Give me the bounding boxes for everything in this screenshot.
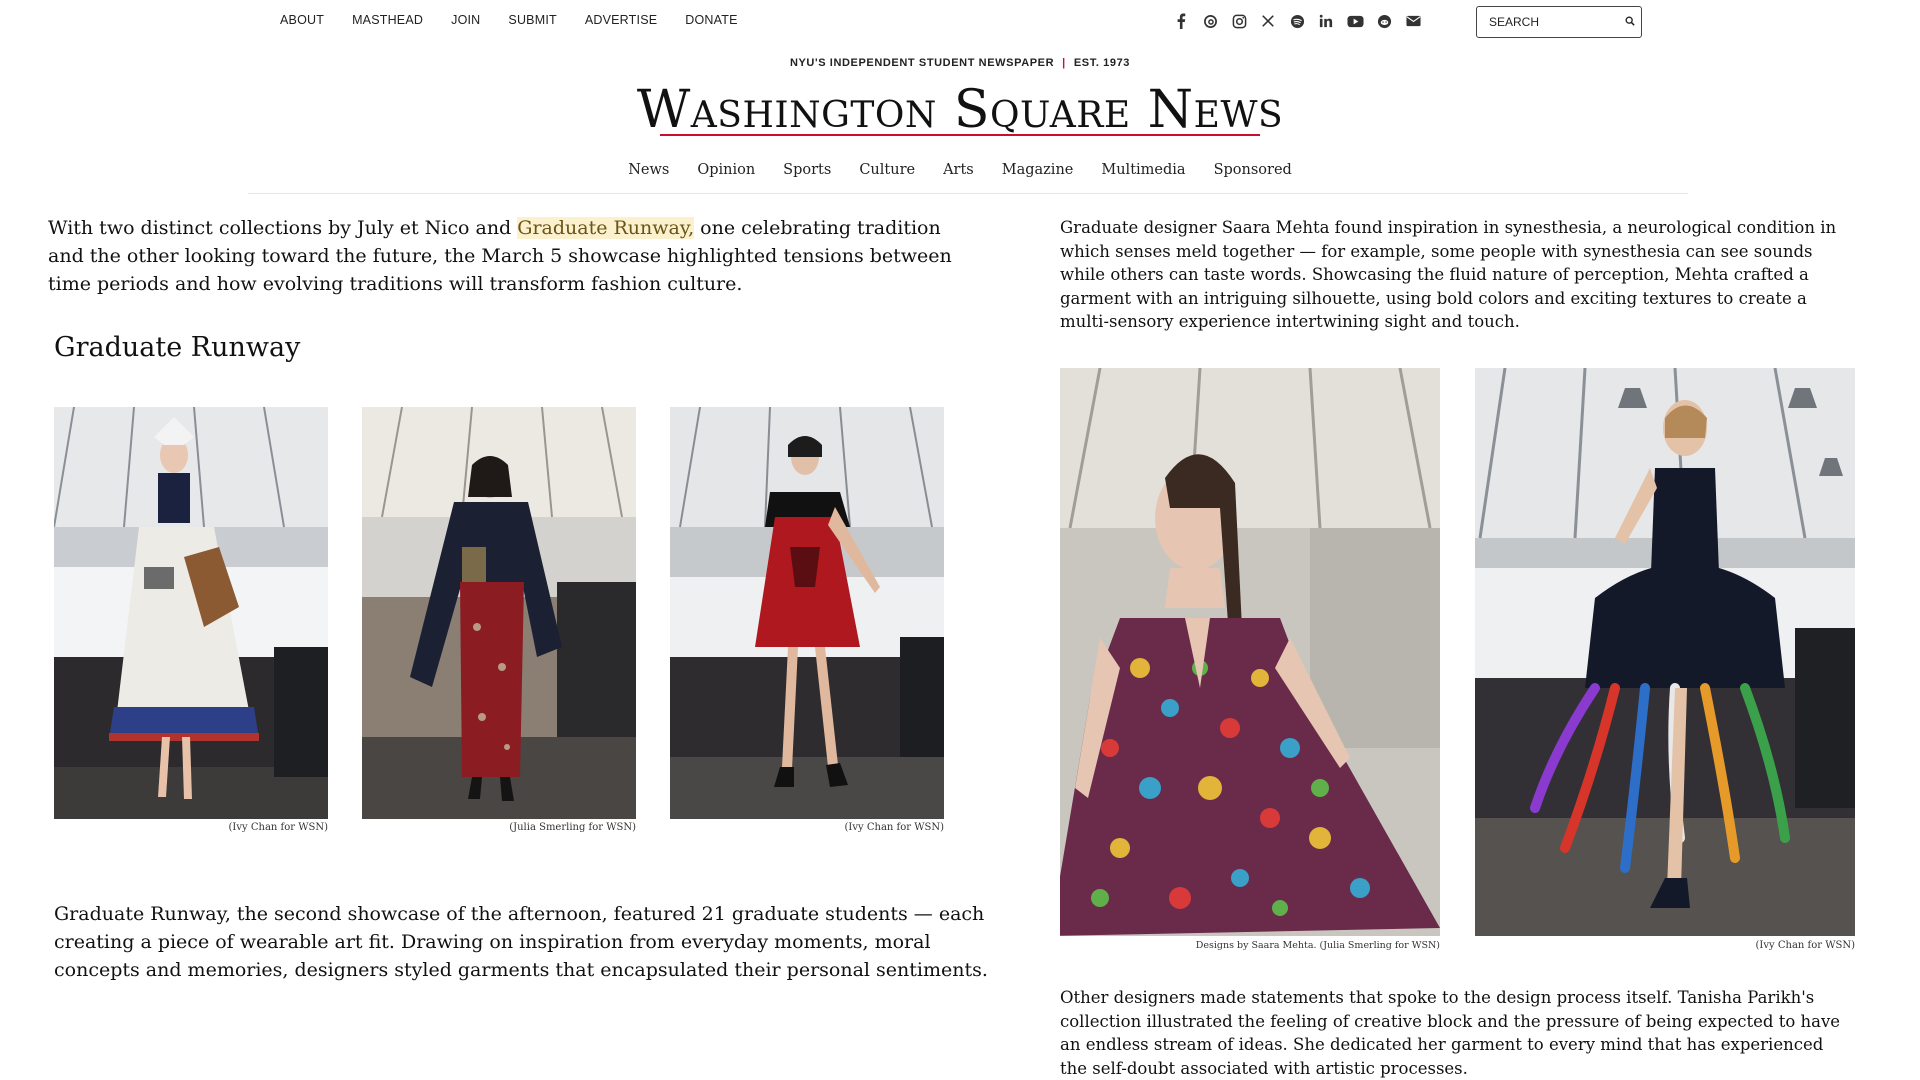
youtube-icon[interactable] (1346, 12, 1364, 30)
runway-photo-1[interactable] (54, 407, 328, 819)
nav-masthead-link[interactable]: MASTHEAD (352, 13, 423, 27)
search-box (1476, 6, 1642, 38)
lede-text-start: With two distinct collections by July et… (48, 217, 518, 239)
runway-photo-black-dress[interactable] (1475, 368, 1855, 936)
article-lede: With two distinct collections by July et… (48, 214, 968, 298)
tagline-established: EST. 1973 (1073, 57, 1131, 69)
logo-underline (660, 134, 1260, 136)
top-utility-bar: ABOUT MASTHEAD JOIN SUBMIT ADVERTISE DON… (0, 0, 1920, 44)
main-nav-opinion[interactable]: Opinion (697, 162, 755, 178)
tagline-text: NYU'S INDEPENDENT STUDENT NEWSPAPER (789, 57, 1055, 69)
masthead-tagline: NYU'S INDEPENDENT STUDENT NEWSPAPER | EST.… (0, 57, 1920, 69)
social-links (1172, 12, 1422, 30)
main-nav-arts[interactable]: Arts (943, 162, 974, 178)
photo-credit-2: (Julia Smerling for WSN) (509, 822, 636, 833)
search-icon[interactable] (1625, 16, 1635, 29)
x-icon[interactable] (1259, 12, 1277, 30)
utility-nav: ABOUT MASTHEAD JOIN SUBMIT ADVERTISE DON… (280, 13, 766, 27)
graduate-runway-link[interactable]: Graduate Runway, (517, 217, 695, 239)
nav-donate-link[interactable]: DONATE (685, 13, 737, 27)
article-paragraph-tanisha-parikh: Other designers made statements that spo… (1060, 988, 1841, 1078)
nav-about-link[interactable]: ABOUT (280, 13, 324, 27)
nav-join-link[interactable]: JOIN (451, 13, 480, 27)
nav-submit-link[interactable]: SUBMIT (508, 13, 556, 27)
facebook-icon[interactable] (1172, 12, 1190, 30)
article-paragraph-graduate-runway: Graduate Runway, the second showcase of … (54, 903, 988, 981)
header-divider (248, 193, 1688, 194)
site-logo[interactable]: Washington Square News (0, 80, 1920, 140)
spotify-icon[interactable] (1288, 12, 1306, 30)
main-nav-news[interactable]: News (628, 162, 669, 178)
main-nav: News Opinion Sports Culture Arts Magazin… (0, 162, 1920, 178)
article-paragraph-saara-mehta: Graduate designer Saara Mehta found insp… (1060, 218, 1837, 331)
photo-credit-black-dress: (Ivy Chan for WSN) (1755, 940, 1855, 951)
threads-icon[interactable] (1201, 12, 1219, 30)
linkedin-icon[interactable] (1317, 12, 1335, 30)
main-nav-multimedia[interactable]: Multimedia (1101, 162, 1185, 178)
main-nav-sponsored[interactable]: Sponsored (1214, 162, 1292, 178)
instagram-icon[interactable] (1230, 12, 1248, 30)
section-heading: Graduate Runway (54, 332, 301, 363)
main-nav-magazine[interactable]: Magazine (1002, 162, 1074, 178)
search-input[interactable] (1487, 14, 1625, 30)
saara-mehta-design-photo[interactable] (1060, 368, 1440, 936)
main-nav-culture[interactable]: Culture (859, 162, 915, 178)
main-nav-sports[interactable]: Sports (783, 162, 831, 178)
runway-photo-2[interactable] (362, 407, 636, 819)
photo-credit-3: (Ivy Chan for WSN) (844, 822, 944, 833)
photo-credit-1: (Ivy Chan for WSN) (228, 822, 328, 833)
runway-photo-3[interactable] (670, 407, 944, 819)
reddit-icon[interactable] (1375, 12, 1393, 30)
photo-credit-saara-mehta: Designs by Saara Mehta. (Julia Smerling … (1195, 940, 1440, 951)
tagline-separator: | (1062, 57, 1066, 69)
nav-advertise-link[interactable]: ADVERTISE (585, 13, 657, 27)
email-icon[interactable] (1404, 12, 1422, 30)
